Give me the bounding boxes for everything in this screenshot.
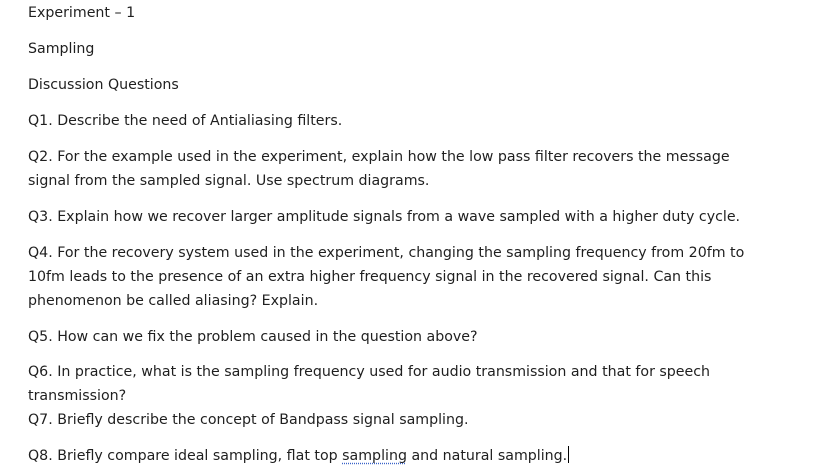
experiment-title: Experiment – 1 [28, 5, 136, 21]
spellcheck-flagged-word[interactable]: sampling [342, 448, 407, 464]
question-4-line-1: Q4. For the recovery system used in the … [28, 245, 745, 261]
question-2-line-1: Q2. For the example used in the experime… [28, 149, 730, 165]
question-1: Q1. Describe the need of Antialiasing fi… [28, 113, 343, 129]
document-page[interactable]: Experiment – 1 Sampling Discussion Quest… [0, 0, 814, 474]
question-8: Q8. Briefly compare ideal sampling, flat… [28, 444, 788, 468]
text-cursor [568, 446, 570, 463]
question-6-line-1: Q6. In practice, what is the sampling fr… [28, 364, 711, 380]
question-8-text-start: Q8. Briefly compare ideal sampling, flat… [28, 448, 343, 464]
question-7: Q7. Briefly describe the concept of Band… [28, 412, 469, 428]
question-2-line-2: signal from the sampled signal. Use spec… [28, 173, 430, 189]
question-4-line-2: 10fm leads to the presence of an extra h… [28, 269, 712, 285]
question-6-line-2: transmission? [28, 388, 127, 404]
question-3: Q3. Explain how we recover larger amplit… [28, 209, 741, 225]
section-heading: Discussion Questions [28, 77, 179, 93]
question-5: Q5. How can we fix the problem caused in… [28, 329, 478, 345]
question-8-text-end: and natural sampling. [406, 448, 568, 464]
topic-heading: Sampling [28, 41, 95, 57]
question-4-line-3: phenomenon be called aliasing? Explain. [28, 293, 319, 309]
